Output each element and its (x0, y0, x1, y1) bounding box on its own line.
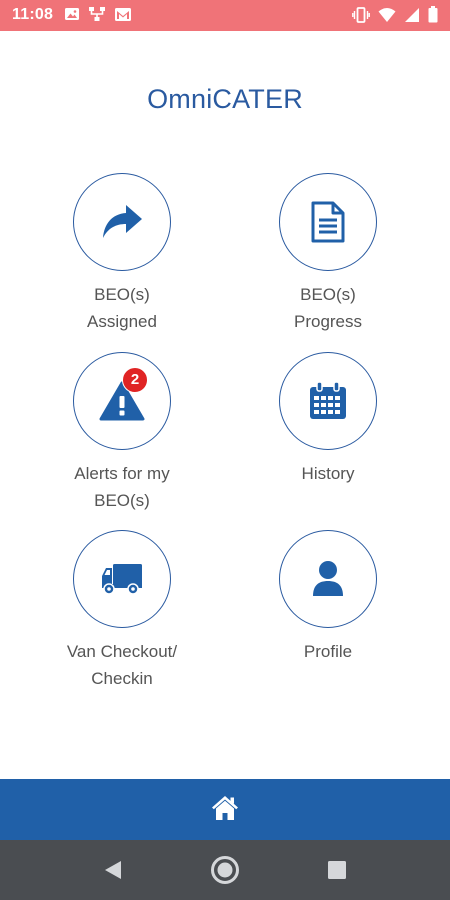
alerts-count-badge: 2 (122, 367, 148, 393)
beo-assigned-label: BEO(s) Assigned (87, 285, 157, 331)
menu-tile-profile[interactable]: Profile (228, 530, 428, 665)
beo-assigned-button[interactable] (73, 173, 171, 271)
network-icon (88, 6, 106, 22)
home-circle-icon (211, 856, 239, 884)
recents-icon (328, 861, 346, 879)
image-icon (64, 6, 80, 22)
beo-progress-button[interactable] (279, 173, 377, 271)
status-right-icons (352, 6, 438, 23)
home-button[interactable] (211, 795, 239, 821)
battery-icon (428, 6, 438, 23)
beo-progress-label: BEO(s) Progress (293, 285, 363, 331)
system-nav-bar (0, 840, 450, 900)
alerts-label: Alerts for my BEO(s) (74, 464, 170, 510)
app-screen: 11:08 OmniCATER BEO(s) Assigned BEO(s) P… (0, 0, 450, 900)
nav-back-button[interactable] (103, 860, 123, 885)
history-label: History (301, 464, 355, 483)
app-logo: OmniCATER (147, 84, 303, 114)
profile-label: Profile (303, 642, 353, 661)
van-checkout-button[interactable] (73, 530, 171, 628)
menu-tile-beo-assigned[interactable]: BEO(s) Assigned (22, 173, 222, 335)
status-time: 11:08 (12, 6, 54, 23)
status-left-icons (64, 6, 132, 22)
share-arrow-icon (103, 205, 142, 238)
calendar-icon (310, 381, 346, 419)
van-checkout-label: Van Checkout/ Checkin (66, 642, 178, 688)
home-icon (212, 796, 238, 820)
signal-icon (404, 7, 420, 23)
menu-tile-beo-progress[interactable]: BEO(s) Progress (228, 173, 428, 335)
nav-recents-button[interactable] (327, 860, 347, 885)
status-bar: 11:08 (0, 0, 450, 31)
alerts-button[interactable]: 2 (73, 352, 171, 450)
nav-home-button[interactable] (210, 855, 240, 890)
document-icon (311, 201, 345, 243)
vibrate-icon (352, 6, 370, 23)
profile-button[interactable] (279, 530, 377, 628)
gmail-icon (114, 7, 132, 22)
wifi-icon (378, 7, 396, 23)
menu-tile-alerts[interactable]: 2 Alerts for my BEO(s) (22, 352, 222, 514)
user-icon (313, 561, 343, 596)
menu-tile-van-checkout[interactable]: Van Checkout/ Checkin (22, 530, 222, 692)
menu-tile-history[interactable]: History (228, 352, 428, 487)
back-icon (105, 861, 121, 879)
bottom-app-bar (0, 779, 450, 840)
history-button[interactable] (279, 352, 377, 450)
truck-icon (102, 564, 142, 595)
